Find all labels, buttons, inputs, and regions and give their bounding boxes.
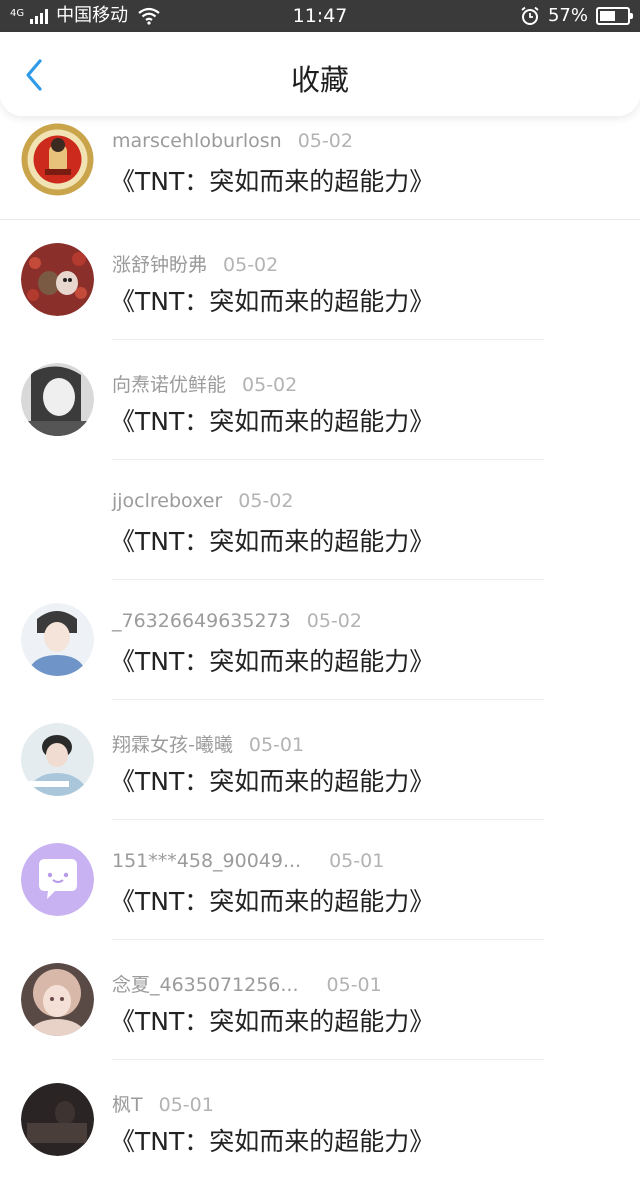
list-item[interactable]: 151***458_90049... 05-01 《TNT：突如而来的超能力》 — [0, 820, 640, 940]
item-title: 《TNT：突如而来的超能力》 — [110, 287, 435, 316]
list-item[interactable]: jjoclreboxer 05-02 《TNT：突如而来的超能力》 — [0, 460, 640, 580]
date: 05-02 — [297, 130, 353, 152]
date: 05-01 — [248, 734, 305, 756]
username: marscehloburlosn — [112, 130, 282, 152]
date: 05-01 — [329, 850, 385, 872]
battery-percent: 57% — [547, 5, 588, 26]
battery-icon — [596, 7, 633, 25]
avatar[interactable] — [21, 843, 94, 916]
username: 枫T — [112, 1094, 143, 1116]
avatar[interactable] — [21, 1083, 94, 1156]
avatar[interactable] — [21, 243, 94, 316]
list-item[interactable]: marscehloburlosn 05-02 《TNT：突如而来的超能力》 — [0, 116, 640, 220]
page-title: 收藏 — [290, 63, 349, 97]
date: 05-01 — [326, 974, 382, 996]
username: 向焘诺优鲜能 — [112, 374, 227, 396]
date: 05-02 — [238, 490, 294, 512]
date: 05-02 — [242, 374, 298, 396]
item-title: 《TNT：突如而来的超能力》 — [110, 527, 435, 556]
date: 05-02 — [306, 610, 362, 632]
item-title: 《TNT：突如而来的超能力》 — [110, 1127, 435, 1156]
date: 05-02 — [223, 254, 279, 276]
list-item[interactable]: 枫T 05-01 《TNT：突如而来的超能力》 — [0, 1060, 640, 1180]
list-item[interactable]: 涨舒钟盼弗 05-02 《TNT：突如而来的超能力》 — [0, 220, 640, 340]
list-item[interactable]: 向焘诺优鲜能 05-02 《TNT：突如而来的超能力》 — [0, 340, 640, 460]
username: jjoclreboxer — [112, 490, 223, 512]
nav-header: 收藏 — [0, 32, 640, 116]
username: 翔霖女孩-曦曦 — [112, 734, 233, 756]
item-title: 《TNT：突如而来的超能力》 — [110, 1007, 435, 1036]
list-item[interactable]: _76326649635273 05-02 《TNT：突如而来的超能力》 — [0, 580, 640, 700]
status-right: 57% — [520, 0, 633, 32]
item-title: 《TNT：突如而来的超能力》 — [110, 887, 435, 916]
item-title: 《TNT：突如而来的超能力》 — [110, 167, 435, 196]
list-item[interactable]: 翔霖女孩-曦曦 05-01 《TNT：突如而来的超能力》 — [0, 700, 640, 820]
favorites-list: marscehloburlosn 05-02 《TNT：突如而来的超能力》 涨舒钟… — [0, 116, 640, 1180]
item-title: 《TNT：突如而来的超能力》 — [110, 647, 435, 676]
avatar[interactable] — [21, 123, 94, 196]
username: 涨舒钟盼弗 — [112, 254, 208, 276]
avatar[interactable] — [21, 363, 94, 436]
avatar[interactable] — [21, 963, 94, 1036]
item-title: 《TNT：突如而来的超能力》 — [110, 767, 435, 796]
username: _76326649635273 — [112, 610, 291, 632]
item-title: 《TNT：突如而来的超能力》 — [110, 407, 435, 436]
date: 05-01 — [158, 1094, 214, 1116]
avatar[interactable] — [21, 603, 94, 676]
status-bar: 4G 中国移动 11:47 57% — [0, 0, 640, 32]
list-item[interactable]: 念夏_4635071256... 05-01 《TNT：突如而来的超能力》 — [0, 940, 640, 1060]
avatar[interactable] — [21, 723, 94, 796]
username: 念夏_4635071256... — [112, 974, 299, 996]
alarm-icon — [521, 6, 539, 25]
username: 151***458_90049... — [112, 850, 302, 872]
